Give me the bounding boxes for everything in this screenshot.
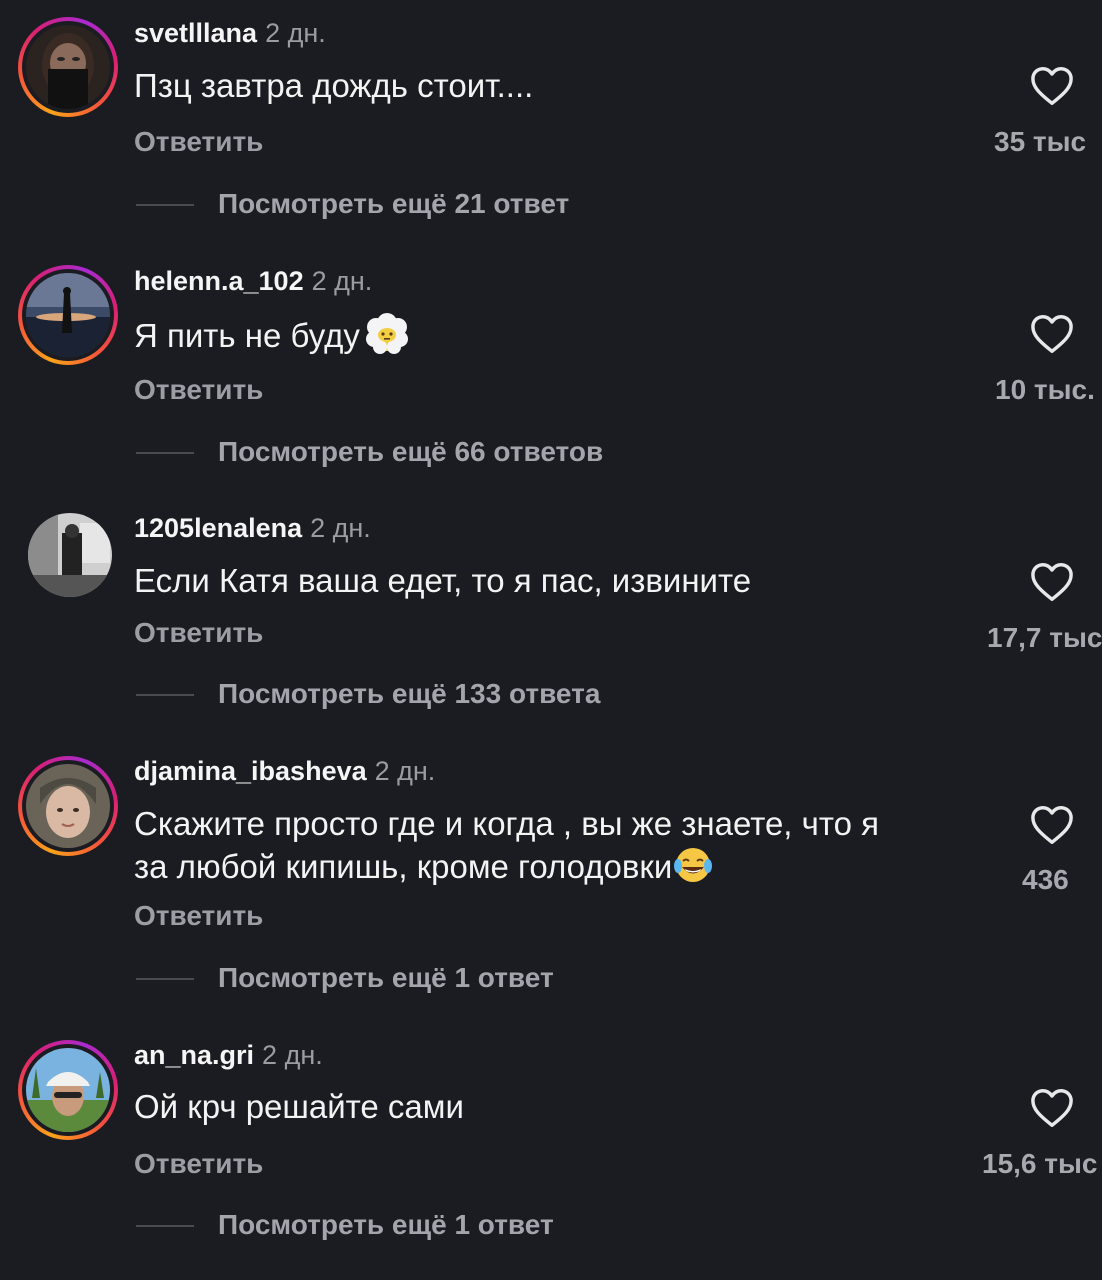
comment-text: Скажите просто где и когда , вы же знает… [134, 804, 994, 887]
avatar-frame[interactable] [18, 505, 118, 605]
username-text[interactable]: helenn.a_102 [134, 266, 304, 296]
face-in-clouds-emoji [365, 313, 408, 354]
comment-username[interactable]: svetlllana 2 дн. [134, 18, 326, 49]
comment-text: Я пить не буду [134, 313, 994, 356]
like-count: 17,7 тыс [987, 622, 1102, 653]
username-text[interactable]: 1205lenalena [134, 513, 302, 543]
comment-text-line: за любой кипишь, кроме голодовки [134, 844, 994, 887]
reply-button[interactable]: Ответить [134, 1148, 263, 1180]
story-ring[interactable] [18, 756, 118, 856]
tears-of-joy-emoji [674, 848, 713, 882]
comment-text-line-body: за любой кипишь, кроме голодовки [134, 848, 673, 885]
comment-text: Ой крч решайте сами [134, 1087, 994, 1127]
username-text[interactable]: svetlllana [134, 18, 257, 48]
username-text[interactable]: an_na.gri [134, 1040, 254, 1070]
replies-divider [136, 204, 194, 206]
like-count: 15,6 тыс [982, 1148, 1098, 1179]
avatar[interactable] [28, 513, 112, 597]
comment-text: Если Катя ваша едет, то я пас, извините [134, 561, 994, 601]
avatar[interactable] [26, 273, 110, 357]
comment-username[interactable]: helenn.a_102 2 дн. [134, 266, 372, 297]
comment-text-body: Ой крч решайте сами [134, 1088, 464, 1125]
reply-button[interactable]: Ответить [134, 900, 263, 932]
story-ring[interactable] [18, 1040, 118, 1140]
avatar[interactable] [26, 25, 110, 109]
like-count: 10 тыс. [995, 374, 1095, 405]
comment-time: 2 дн. [374, 756, 436, 786]
replies-divider [136, 694, 194, 696]
view-replies-button[interactable]: Посмотреть ещё 66 ответов [218, 436, 603, 468]
comment-text: Пзц завтра дождь стоит.... [134, 66, 994, 106]
replies-divider [136, 1225, 194, 1227]
like-count: 436 [1022, 864, 1069, 895]
view-replies-button[interactable]: Посмотреть ещё 1 ответ [218, 1209, 554, 1241]
replies-divider [136, 978, 194, 980]
heart-icon[interactable] [1030, 1088, 1074, 1128]
reply-button[interactable]: Ответить [134, 374, 263, 406]
comment-text-body: Если Катя ваша едет, то я пас, извините [134, 562, 752, 599]
story-ring[interactable] [18, 17, 118, 117]
reply-button[interactable]: Ответить [134, 126, 263, 158]
comment-time: 2 дн. [311, 266, 373, 296]
avatar[interactable] [26, 764, 110, 848]
avatar[interactable] [26, 1048, 110, 1132]
heart-icon[interactable] [1030, 805, 1074, 845]
view-replies-button[interactable]: Посмотреть ещё 133 ответа [218, 678, 600, 710]
view-replies-button[interactable]: Посмотреть ещё 21 ответ [218, 188, 569, 220]
comment-username[interactable]: an_na.gri 2 дн. [134, 1040, 323, 1071]
story-ring[interactable] [18, 265, 118, 365]
heart-icon[interactable] [1030, 66, 1074, 106]
heart-icon[interactable] [1030, 314, 1074, 354]
comment-time: 2 дн. [310, 513, 371, 543]
comment-text-line: Скажите просто где и когда , вы же знает… [134, 805, 879, 842]
comment-time: 2 дн. [262, 1040, 323, 1070]
view-replies-button[interactable]: Посмотреть ещё 1 ответ [218, 962, 554, 994]
comment-username[interactable]: 1205lenalena 2 дн. [134, 513, 371, 544]
comment-username[interactable]: djamina_ibasheva 2 дн. [134, 756, 435, 787]
comment-text-body: Пзц завтра дождь стоит.... [134, 67, 534, 104]
username-text[interactable]: djamina_ibasheva [134, 756, 367, 786]
comment-time: 2 дн. [265, 18, 326, 48]
comment-text-body: Я пить не буду [134, 317, 360, 354]
like-count: 35 тыс [994, 126, 1087, 157]
reply-button[interactable]: Ответить [134, 617, 263, 649]
heart-icon[interactable] [1030, 562, 1074, 602]
replies-divider [136, 452, 194, 454]
